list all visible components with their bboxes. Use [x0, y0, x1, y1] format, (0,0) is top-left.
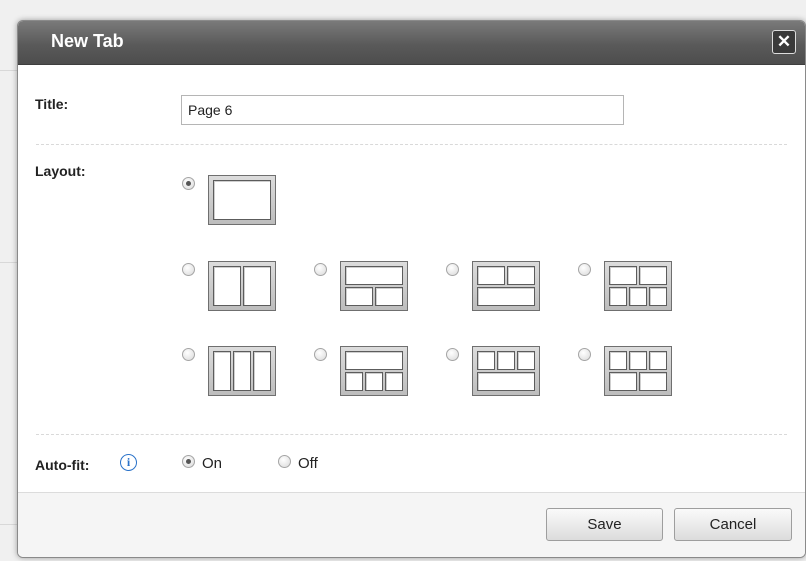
layout-radio-top-one-bottom-two[interactable] — [314, 263, 327, 276]
dialog-footer: Save Cancel — [18, 492, 805, 557]
layout-label: Layout: — [35, 163, 86, 179]
dialog-titlebar: New Tab ✕ — [18, 21, 805, 65]
layout-radio-three-columns[interactable] — [182, 348, 195, 361]
layout-radio-two-columns[interactable] — [182, 263, 195, 276]
layout-radio-top-three-bottom-one[interactable] — [446, 348, 459, 361]
layout-radio-single[interactable] — [182, 177, 195, 190]
save-button[interactable]: Save — [546, 508, 663, 541]
autofit-on-label[interactable]: On — [202, 455, 222, 472]
autofit-on-radio[interactable] — [182, 455, 195, 468]
layout-top-one-bottom-two-icon[interactable] — [340, 261, 408, 311]
background-divider — [0, 524, 18, 525]
autofit-off-label[interactable]: Off — [298, 455, 318, 472]
close-icon: ✕ — [776, 32, 792, 51]
layout-top-three-bottom-two-icon[interactable] — [604, 346, 672, 396]
layout-radio-top-three-bottom-two[interactable] — [578, 348, 591, 361]
autofit-off-radio[interactable] — [278, 455, 291, 468]
layout-radio-top-two-bottom-three[interactable] — [578, 263, 591, 276]
title-label: Title: — [35, 96, 69, 112]
layout-top-two-bottom-one-icon[interactable] — [472, 261, 540, 311]
cancel-button[interactable]: Cancel — [674, 508, 792, 541]
autofit-label: Auto-fit: — [35, 457, 90, 473]
section-divider — [36, 434, 787, 435]
background-divider — [0, 262, 18, 263]
info-icon[interactable]: i — [120, 454, 137, 471]
layout-top-three-bottom-one-icon[interactable] — [472, 346, 540, 396]
layout-single-icon[interactable] — [208, 175, 276, 225]
layout-top-one-bottom-three-icon[interactable] — [340, 346, 408, 396]
new-tab-dialog: New Tab ✕ Title: Layout: — [17, 20, 806, 558]
layout-radio-top-one-bottom-three[interactable] — [314, 348, 327, 361]
dialog-title: New Tab — [51, 31, 124, 51]
layout-three-columns-icon[interactable] — [208, 346, 276, 396]
title-input[interactable] — [181, 95, 624, 125]
layout-two-columns-icon[interactable] — [208, 261, 276, 311]
layout-radio-top-two-bottom-one[interactable] — [446, 263, 459, 276]
layout-top-two-bottom-three-icon[interactable] — [604, 261, 672, 311]
section-divider — [36, 144, 787, 145]
background-divider — [0, 70, 18, 71]
close-button[interactable]: ✕ — [772, 30, 796, 54]
